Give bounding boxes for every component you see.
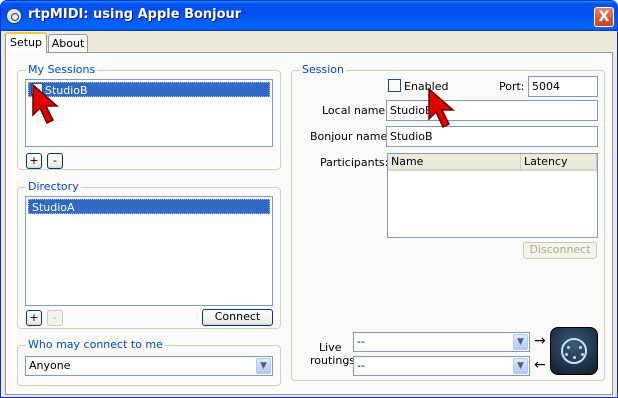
routing-out-value: --	[357, 359, 365, 372]
tab-about[interactable]: About	[48, 34, 88, 53]
list-item[interactable]: StudioA	[28, 199, 270, 214]
midi-pin-icon	[565, 353, 568, 356]
midi-ring-icon	[561, 338, 587, 364]
live-routings-label-line1: Live	[319, 341, 342, 354]
column-name-label: Name	[391, 155, 424, 168]
participants-label: Participants:	[320, 156, 389, 169]
connect-label: Connect	[214, 310, 261, 323]
arrow-right-icon: →	[534, 333, 546, 349]
chevron-down-icon[interactable]: ▼	[513, 358, 528, 374]
minus-icon: -	[53, 154, 57, 167]
chevron-down-icon[interactable]: ▼	[513, 334, 528, 350]
column-header-latency[interactable]: Latency	[521, 154, 597, 171]
directory-group: Directory StudioA + - Connect	[17, 180, 281, 329]
list-item[interactable]: StudioB	[28, 82, 270, 97]
add-session-button[interactable]: +	[26, 153, 42, 169]
my-sessions-list[interactable]: StudioB	[25, 79, 273, 147]
my-sessions-title: My Sessions	[26, 63, 98, 77]
midi-pin-icon	[567, 346, 570, 349]
enabled-checkbox[interactable]	[388, 79, 401, 92]
who-may-connect-value: Anyone	[29, 359, 71, 372]
disconnect-label: Disconnect	[529, 243, 591, 256]
connect-button[interactable]: Connect	[202, 309, 273, 326]
who-may-connect-select[interactable]: Anyone ▼	[25, 356, 273, 376]
port-value: 5004	[532, 80, 560, 93]
cursor-arrow-icon	[428, 87, 455, 129]
participants-list[interactable]: Name Latency	[387, 153, 598, 238]
port-label: Port:	[499, 80, 525, 93]
bonjour-name-label: Bonjour name:	[310, 130, 391, 143]
bonjour-name-value: StudioB	[390, 130, 433, 143]
routing-in-select[interactable]: -- ▼	[353, 332, 530, 352]
main-window: rtpMIDI: using Apple Bonjour X Setup Abo…	[0, 0, 618, 398]
port-input[interactable]: 5004	[528, 76, 598, 97]
disconnect-button[interactable]: Disconnect	[523, 242, 597, 259]
tab-setup[interactable]: Setup	[5, 32, 47, 53]
add-directory-button[interactable]: +	[26, 310, 42, 326]
tab-setup-label: Setup	[9, 36, 43, 49]
app-icon	[6, 8, 22, 24]
midi-pin-icon	[579, 346, 582, 349]
plus-icon: +	[29, 154, 39, 167]
remove-session-button[interactable]: -	[47, 153, 63, 169]
directory-title: Directory	[26, 180, 81, 194]
midi-pin-icon	[573, 356, 576, 359]
directory-item-label: StudioA	[32, 201, 75, 214]
close-icon: X	[598, 9, 610, 25]
live-routings-label-line2: routings	[310, 354, 356, 367]
close-button[interactable]: X	[594, 7, 614, 27]
midi-pin-icon	[581, 353, 584, 356]
directory-list[interactable]: StudioA	[25, 196, 273, 306]
tab-about-label: About	[51, 37, 85, 50]
window-title: rtpMIDI: using Apple Bonjour	[28, 7, 242, 22]
local-name-label: Local name:	[322, 104, 389, 117]
minus-icon: -	[53, 311, 57, 324]
column-header-name[interactable]: Name	[388, 154, 521, 171]
arrow-left-icon: ←	[534, 357, 546, 373]
plus-icon: +	[29, 311, 39, 324]
chevron-down-icon[interactable]: ▼	[256, 358, 271, 374]
cursor-arrow-icon	[32, 83, 59, 125]
routing-in-value: --	[357, 335, 365, 348]
remove-directory-button[interactable]: -	[47, 310, 63, 326]
who-may-connect-title: Who may connect to me	[26, 338, 165, 352]
session-title: Session	[300, 63, 346, 77]
bonjour-name-input[interactable]: StudioB	[386, 126, 598, 147]
column-latency-label: Latency	[524, 155, 568, 168]
setup-panel: My Sessions StudioB + - Directory Studio…	[5, 52, 613, 395]
title-bar[interactable]: rtpMIDI: using Apple Bonjour X	[1, 1, 617, 31]
who-may-connect-group: Who may connect to me Anyone ▼	[17, 338, 281, 386]
local-name-input[interactable]: StudioB	[386, 100, 598, 121]
routing-out-select[interactable]: -- ▼	[353, 356, 530, 376]
rtpmidi-logo	[550, 327, 598, 375]
